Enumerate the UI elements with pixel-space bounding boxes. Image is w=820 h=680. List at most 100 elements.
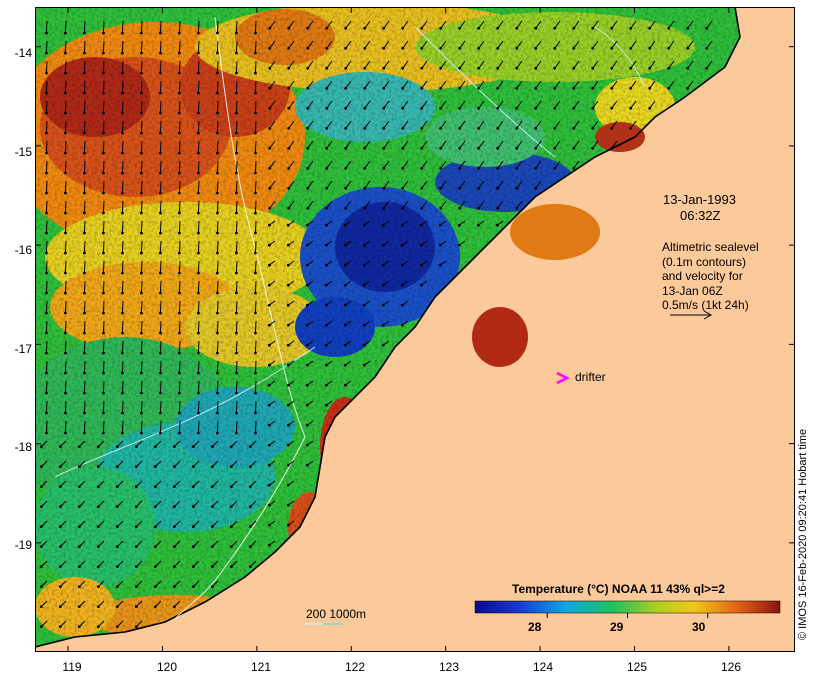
velocity-arrow-head — [197, 411, 200, 415]
velocity-arrow-head — [515, 206, 519, 210]
velocity-arrow — [197, 340, 200, 354]
velocity-arrow-head — [216, 151, 219, 155]
velocity-arrow-head — [286, 383, 290, 387]
velocity-arrow-head — [254, 71, 257, 75]
velocity-arrow — [178, 60, 181, 74]
velocity-arrow — [254, 280, 257, 294]
velocity-arrow — [159, 240, 162, 254]
velocity-arrow-head — [267, 423, 271, 427]
velocity-arrow-head — [235, 111, 238, 115]
velocity-arrow — [102, 140, 105, 154]
velocity-arrow — [197, 140, 200, 154]
velocity-arrow — [45, 160, 48, 174]
velocity-arrow-head — [686, 66, 690, 70]
velocity-arrow-head — [515, 126, 519, 130]
velocity-arrow-head — [58, 445, 62, 449]
velocity-arrow-head — [343, 323, 347, 327]
velocity-arrow-head — [197, 31, 200, 35]
velocity-arrow-head — [401, 26, 405, 30]
velocity-arrow-head — [287, 206, 291, 210]
velocity-arrow-head — [153, 605, 157, 609]
velocity-arrow-head — [197, 131, 200, 135]
velocity-arrow-head — [534, 46, 538, 50]
velocity-arrow-head — [64, 191, 67, 195]
velocity-arrow-head — [306, 26, 310, 30]
velocity-arrow-head — [439, 46, 443, 50]
velocity-arrow — [197, 120, 200, 134]
velocity-arrow-head — [153, 525, 157, 529]
velocity-arrow-head — [419, 223, 423, 227]
velocity-arrow-head — [254, 351, 257, 355]
velocity-arrow — [140, 160, 143, 174]
velocity-arrow-head — [553, 86, 557, 90]
velocity-arrow-head — [58, 505, 62, 509]
velocity-arrow-head — [172, 605, 176, 609]
velocity-arrow-head — [140, 191, 143, 195]
sst-map[interactable] — [35, 7, 795, 652]
velocity-arrow-head — [610, 46, 614, 50]
velocity-arrow-head — [496, 106, 500, 110]
velocity-arrow-head — [197, 351, 200, 355]
velocity-arrow — [197, 100, 200, 114]
velocity-arrow-head — [458, 126, 462, 130]
velocity-arrow — [83, 180, 86, 194]
velocity-arrow-head — [159, 251, 162, 255]
velocity-arrow-head — [210, 525, 214, 529]
velocity-arrow-head — [216, 391, 219, 395]
velocity-arrow — [159, 40, 162, 54]
velocity-arrow-head — [121, 331, 124, 335]
velocity-arrow-head — [216, 291, 219, 295]
velocity-arrow-head — [382, 86, 386, 90]
velocity-arrow-head — [216, 411, 219, 415]
velocity-arrow — [64, 280, 67, 294]
velocity-arrow-head — [83, 71, 86, 75]
velocity-arrow-head — [197, 111, 200, 115]
lon-tick-label: 125 — [626, 660, 648, 674]
velocity-arrow — [216, 40, 219, 54]
velocity-arrow-head — [306, 146, 310, 150]
velocity-arrow-head — [216, 331, 219, 335]
velocity-arrow-head — [102, 91, 105, 95]
velocity-arrow-head — [64, 231, 67, 235]
velocity-arrow-head — [121, 31, 124, 35]
velocity-arrow-head — [476, 223, 480, 227]
velocity-arrow — [216, 260, 219, 274]
velocity-arrow-head — [553, 66, 557, 70]
velocity-arrow-head — [401, 126, 405, 130]
colorbar-title: Temperature (°C) NOAA 11 43% ql>=2 — [512, 582, 725, 596]
velocity-arrow — [121, 400, 124, 414]
velocity-arrow-head — [210, 565, 214, 569]
velocity-arrow — [216, 280, 219, 294]
velocity-arrow-head — [83, 91, 86, 95]
velocity-arrow-head — [235, 311, 238, 315]
velocity-arrow — [235, 80, 238, 94]
velocity-arrow-head — [381, 343, 385, 347]
velocity-arrow-head — [64, 211, 67, 215]
velocity-arrow-head — [102, 431, 105, 435]
velocity-arrow — [102, 220, 105, 234]
velocity-arrow-head — [439, 146, 443, 150]
velocity-arrow-head — [458, 106, 462, 110]
colorbar-tick-label: 29 — [610, 620, 624, 634]
velocity-arrow-head — [235, 331, 238, 335]
velocity-arrow-head — [178, 271, 181, 275]
velocity-arrow-head — [268, 26, 272, 30]
velocity-arrow-head — [381, 263, 385, 267]
velocity-arrow-head — [216, 271, 219, 275]
velocity-arrow — [83, 20, 86, 34]
velocity-arrow-head — [324, 403, 328, 407]
velocity-arrow — [83, 80, 86, 94]
velocity-arrow — [121, 340, 124, 354]
velocity-arrow — [83, 260, 86, 274]
velocity-arrow-head — [496, 206, 500, 210]
velocity-arrow-head — [178, 291, 181, 295]
velocity-arrow — [64, 320, 67, 334]
velocity-arrow-head — [400, 283, 404, 287]
velocity-arrow-head — [363, 126, 367, 130]
velocity-arrow-head — [115, 625, 119, 629]
velocity-arrow-head — [153, 565, 157, 569]
velocity-arrow-head — [534, 66, 538, 70]
velocity-arrow — [235, 160, 238, 174]
velocity-arrow-head — [267, 223, 271, 227]
velocity-arrow-head — [477, 46, 481, 50]
